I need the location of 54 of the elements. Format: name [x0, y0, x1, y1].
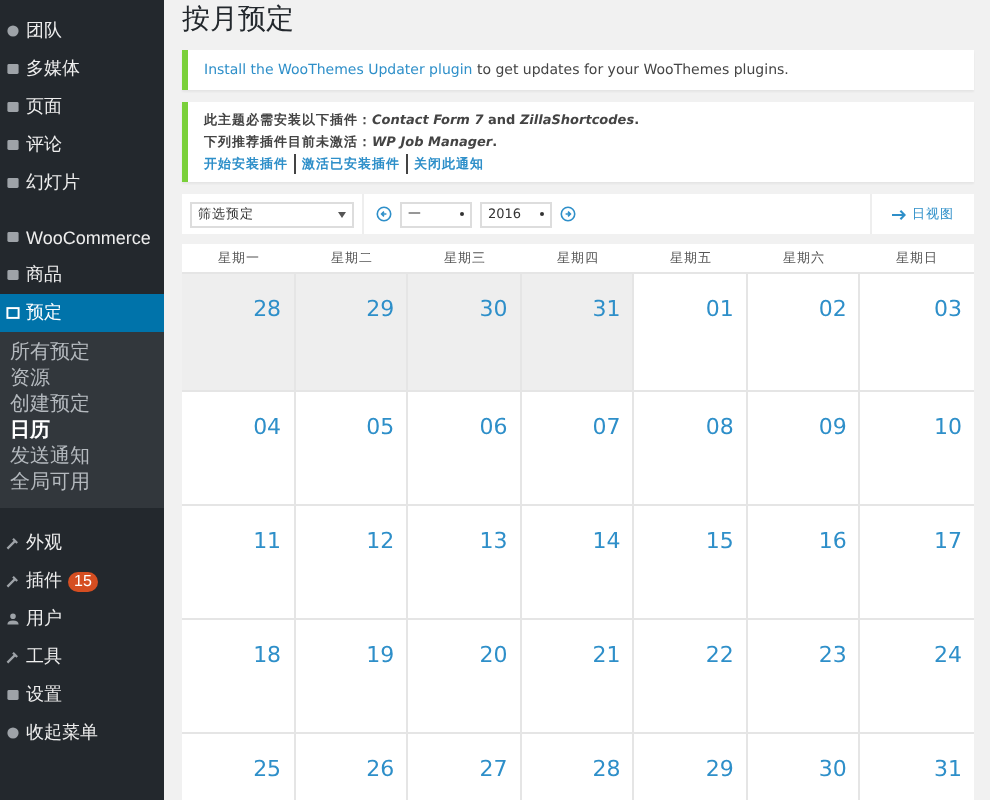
menu-icon: [6, 230, 20, 244]
menu-icon: [6, 268, 20, 282]
page-title: 按月预定: [182, 2, 296, 38]
menu-icon: [6, 138, 20, 152]
calendar-day-cell[interactable]: 28: [521, 734, 635, 800]
previous-month-icon[interactable]: [376, 206, 392, 222]
menu-icon: [6, 62, 20, 76]
submenu-item[interactable]: 资源: [0, 366, 164, 392]
menu-item[interactable]: 预定: [0, 294, 164, 332]
menu-item[interactable]: 多媒体: [0, 50, 164, 88]
calendar-day-cell[interactable]: 21: [521, 620, 635, 732]
menu-icon: [6, 650, 20, 664]
menu-item[interactable]: 外观: [0, 524, 164, 562]
calendar-day-cell[interactable]: 26: [295, 734, 409, 800]
menu-icon: [6, 176, 20, 190]
menu-item[interactable]: 团队: [0, 12, 164, 50]
menu-item[interactable]: 收起菜单: [0, 714, 164, 752]
menu-icon: [6, 574, 20, 588]
update-count-badge: 15: [68, 571, 98, 591]
caret-icon: [540, 212, 544, 216]
calendar-day-cell[interactable]: 30: [408, 274, 522, 390]
calendar-day-cell[interactable]: 29: [295, 274, 409, 390]
menu-icon: [6, 536, 20, 550]
submenu-item[interactable]: 全局可用: [0, 470, 164, 496]
menu-icon: [6, 612, 20, 626]
menu-icon: [6, 24, 20, 38]
calendar-day-cell[interactable]: 31: [521, 274, 635, 390]
settings-icon: [6, 688, 20, 702]
calendar-day-cell[interactable]: 14: [521, 506, 635, 618]
menu-item[interactable]: 评论: [0, 126, 164, 164]
next-month-icon[interactable]: [560, 206, 576, 222]
menu-icon: [6, 100, 20, 114]
calendar-day-cell[interactable]: 19: [295, 620, 409, 732]
menu-item[interactable]: 幻灯片: [0, 164, 164, 202]
menu-item[interactable]: 用户: [0, 600, 164, 638]
menu-icon: [6, 306, 20, 320]
arrow-icon: [892, 207, 906, 221]
menu-icon: [6, 726, 20, 740]
calendar-day-cell[interactable]: 07: [521, 392, 635, 504]
caret-icon: [338, 211, 346, 217]
menu-item[interactable]: WooCommerce: [0, 218, 164, 256]
caret-icon: [460, 212, 464, 216]
calendar-day-cell[interactable]: 12: [295, 506, 409, 618]
calendar-day-cell[interactable]: 28: [182, 274, 296, 390]
submenu-item[interactable]: 日历: [0, 418, 164, 444]
menu-item[interactable]: 工具: [0, 638, 164, 676]
menu-item[interactable]: 插件 15: [0, 562, 164, 600]
calendar-day-cell[interactable]: 05: [295, 392, 409, 504]
submenu-item[interactable]: 创建预定: [0, 392, 164, 418]
submenu-item[interactable]: 发送通知: [0, 444, 164, 470]
menu-item[interactable]: 设置: [0, 676, 164, 714]
menu-item[interactable]: 页面: [0, 88, 164, 126]
submenu-item[interactable]: 所有预定: [0, 340, 164, 366]
menu-item[interactable]: 商品: [0, 256, 164, 294]
